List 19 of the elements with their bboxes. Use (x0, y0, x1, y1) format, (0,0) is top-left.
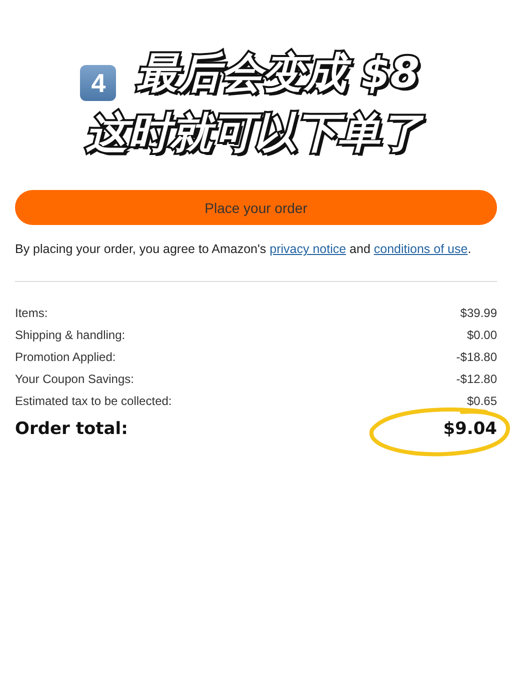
summary-label: Items: (15, 305, 48, 322)
place-order-button[interactable]: Place your order (15, 190, 497, 225)
summary-label: Estimated tax to be collected: (15, 393, 172, 410)
summary-value: -$18.80 (456, 349, 497, 366)
summary-label: Shipping & handling: (15, 327, 126, 344)
caption-text: 最后会变成 $8 (133, 46, 422, 99)
caption-text: 这时就可以下单了 (78, 104, 434, 164)
conditions-of-use-link[interactable]: conditions of use (374, 242, 468, 256)
summary-value: -$12.80 (456, 371, 497, 388)
total-label: Order total: (15, 418, 128, 441)
summary-label: Promotion Applied: (15, 349, 116, 366)
summary-value: $0.00 (466, 327, 497, 344)
summary-label: Your Coupon Savings: (15, 371, 134, 388)
total-value: $9.04 (443, 418, 497, 441)
summary-value: $0.65 (466, 393, 497, 410)
agreement-text: By placing your order, you agree to Amazon's privacy notice and conditions of use. (15, 241, 472, 258)
summary-value: $39.99 (460, 305, 497, 322)
number-badge: 4 (80, 64, 116, 101)
privacy-notice-link[interactable]: privacy notice (270, 242, 346, 256)
